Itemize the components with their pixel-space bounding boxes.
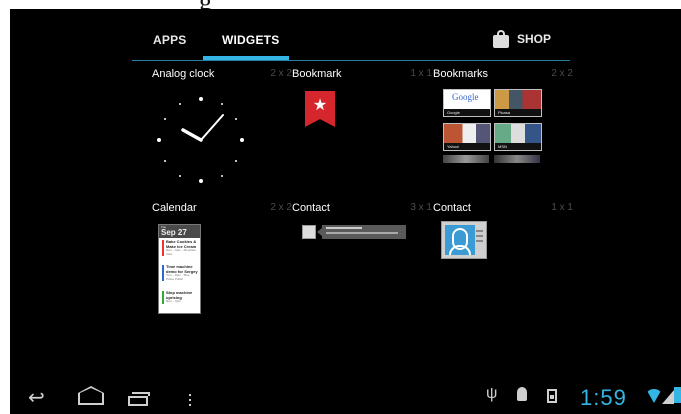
bookmark-tile: Yahoo! xyxy=(443,123,491,151)
widget-contact-3x1[interactable]: Contact 3 x 1 xyxy=(292,202,432,322)
widget-title: Bookmark xyxy=(292,68,342,80)
widget-title: Calendar xyxy=(152,202,197,214)
star-icon: ★ xyxy=(312,97,328,114)
widget-contact-1x1[interactable]: Contact 1 x 1 xyxy=(433,202,573,322)
contact-strip-preview xyxy=(302,225,406,239)
widget-bookmark[interactable]: Bookmark 1 x 1 ★ xyxy=(292,68,432,188)
bookmark-thumbnail xyxy=(444,124,490,143)
status-clock[interactable]: 1:59 xyxy=(580,385,627,411)
usb-icon: ψ xyxy=(486,385,498,402)
back-icon[interactable]: ↩ xyxy=(28,388,45,408)
event-subtitle: 8pm – 9pm xyxy=(166,299,182,303)
recents-icon[interactable] xyxy=(128,392,150,406)
contact-photo-icon xyxy=(302,225,316,239)
bookmark-icon: ★ xyxy=(305,91,335,127)
bookmark-shelf xyxy=(443,155,489,163)
android-debug-icon xyxy=(515,387,529,403)
widget-size: 2 x 2 xyxy=(270,68,292,79)
widget-size: 3 x 1 xyxy=(410,202,432,213)
widget-analog-clock[interactable]: Analog clock 2 x 2 xyxy=(152,68,292,188)
widget-title: Contact xyxy=(433,202,471,214)
stray-glyph: g xyxy=(199,0,212,9)
contact-card-icon xyxy=(441,221,487,259)
person-icon xyxy=(445,225,475,255)
bookmark-caption: Yahoo! xyxy=(444,143,490,150)
menu-icon[interactable] xyxy=(189,394,191,408)
analog-clock-icon xyxy=(157,97,244,183)
bookmark-thumbnail xyxy=(495,90,541,109)
system-bar: ↩ ψ 1:59 xyxy=(10,380,681,414)
tab-apps[interactable]: APPS xyxy=(153,33,186,47)
event-subtitle: 5pm – 6pm · Mountain View xyxy=(166,248,197,256)
wifi-icon xyxy=(646,389,662,403)
sd-card-icon xyxy=(547,389,557,403)
widget-size: 1 x 1 xyxy=(410,68,432,79)
contact-status-bubble xyxy=(317,225,406,239)
home-icon[interactable] xyxy=(78,386,104,405)
calendar-preview: Tue Sep 27 Bake Cookies & Make Ice Cream… xyxy=(158,224,201,314)
bookmark-caption: Google xyxy=(444,109,490,116)
bookmark-tile: Google Google xyxy=(443,89,491,117)
shop-button[interactable]: SHOP xyxy=(493,27,551,51)
bookmark-caption: Picasa xyxy=(495,109,541,116)
device-screen: APPS WIDGETS SHOP Analog clock 2 x 2 Boo… xyxy=(10,9,681,414)
calendar-date: Sep 27 xyxy=(161,228,187,237)
google-logo: Google xyxy=(452,92,479,102)
widget-title: Analog clock xyxy=(152,68,215,80)
bookmark-caption: MSN xyxy=(495,143,541,150)
tab-bar: APPS WIDGETS SHOP xyxy=(132,19,570,63)
calendar-event: Time machine demo for Sergey 7pm – 8pm ·… xyxy=(162,264,198,281)
shop-label: SHOP xyxy=(517,32,552,46)
battery-icon xyxy=(674,387,681,403)
widget-size: 2 x 2 xyxy=(551,68,573,79)
widget-calendar[interactable]: Calendar 2 x 2 Tue Sep 27 Bake Cookies &… xyxy=(152,202,292,322)
signal-icon xyxy=(662,390,674,404)
bookmark-thumbnail xyxy=(495,124,541,143)
bookmark-shelf xyxy=(494,155,540,163)
bookmark-tile: MSN xyxy=(494,123,542,151)
widget-size: 1 x 1 xyxy=(551,202,573,213)
tab-widgets[interactable]: WIDGETS xyxy=(222,33,279,47)
bookmark-tile: Picasa xyxy=(494,89,542,117)
bookmarks-preview: Google Google Picasa Yahoo! MSN xyxy=(443,89,543,171)
widget-title: Contact xyxy=(292,202,330,214)
widget-bookmarks[interactable]: Bookmarks 2 x 2 Google Google Picasa Yah… xyxy=(433,68,573,188)
calendar-event: Stop machine uprising 8pm – 9pm xyxy=(162,290,198,304)
top-strip: g xyxy=(0,0,681,9)
calendar-header: Tue Sep 27 xyxy=(159,225,200,238)
widget-size: 2 x 2 xyxy=(270,202,292,213)
shopping-bag-icon xyxy=(493,30,509,48)
widget-title: Bookmarks xyxy=(433,68,489,80)
tab-divider xyxy=(132,60,570,61)
event-subtitle: 7pm – 8pm · Blue Police Public xyxy=(166,273,190,281)
calendar-event: Bake Cookies & Make Ice Cream 5pm – 6pm … xyxy=(162,239,198,256)
